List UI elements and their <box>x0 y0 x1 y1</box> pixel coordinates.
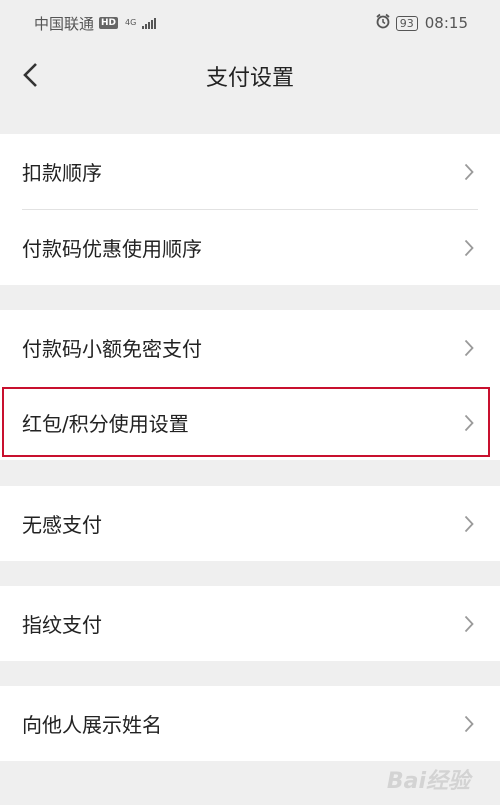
menu-item-seamless-payment[interactable]: 无感支付 <box>0 486 500 561</box>
chevron-right-icon <box>464 339 474 356</box>
network-type: 4G <box>125 18 137 27</box>
chevron-right-icon <box>464 414 474 431</box>
settings-group-1: 扣款顺序 付款码优惠使用顺序 <box>0 134 500 285</box>
item-label: 无感支付 <box>22 513 102 537</box>
settings-group-4: 指纹支付 <box>0 586 500 661</box>
settings-group-2: 付款码小额免密支付 红包/积分使用设置 <box>0 310 500 460</box>
item-label: 向他人展示姓名 <box>22 713 162 737</box>
page-title: 支付设置 <box>205 66 294 91</box>
menu-item-paycode-discount-order[interactable]: 付款码优惠使用顺序 <box>0 210 500 285</box>
status-left: 中国联通 HD 4G <box>34 13 157 34</box>
menu-item-redpacket-points-settings[interactable]: 红包/积分使用设置 <box>0 385 500 460</box>
chevron-right-icon <box>464 615 474 632</box>
item-label: 红包/积分使用设置 <box>22 412 189 436</box>
settings-group-5: 向他人展示姓名 <box>0 686 500 761</box>
battery-indicator: 93 <box>395 15 418 31</box>
status-bar: 中国联通 HD 4G 93 08:15 <box>0 0 500 46</box>
carrier-name: 中国联通 <box>34 14 95 33</box>
item-label: 扣款顺序 <box>22 161 102 185</box>
hd-badge: HD <box>99 17 119 29</box>
clock-time: 08:15 <box>424 14 468 32</box>
menu-item-show-name-to-others[interactable]: 向他人展示姓名 <box>0 686 500 761</box>
item-label: 付款码小额免密支付 <box>22 337 202 361</box>
menu-item-small-password-free[interactable]: 付款码小额免密支付 <box>0 310 500 385</box>
signal-icon <box>142 17 157 29</box>
menu-item-fingerprint-payment[interactable]: 指纹支付 <box>0 586 500 661</box>
settings-group-3: 无感支付 <box>0 486 500 561</box>
watermark: Bai经验 <box>386 769 470 794</box>
status-right: 93 08:15 <box>375 13 468 33</box>
item-label: 指纹支付 <box>22 613 102 637</box>
chevron-right-icon <box>464 239 474 256</box>
item-label: 付款码优惠使用顺序 <box>22 237 202 261</box>
chevron-right-icon <box>464 163 474 180</box>
menu-item-deduction-order[interactable]: 扣款顺序 <box>0 134 500 209</box>
alarm-icon <box>375 13 391 33</box>
nav-bar: 支付设置 <box>0 46 500 104</box>
chevron-right-icon <box>464 515 474 532</box>
chevron-right-icon <box>464 715 474 732</box>
